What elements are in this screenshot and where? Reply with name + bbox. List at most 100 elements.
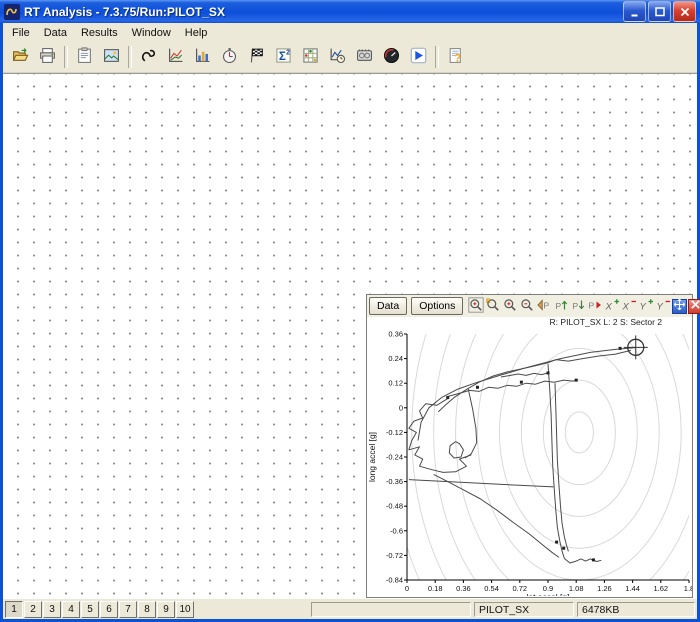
pan-button[interactable] (672, 299, 687, 314)
film-button[interactable] (351, 44, 378, 70)
status-run-name: PILOT_SX (474, 602, 574, 617)
point-down-button[interactable]: P (569, 298, 586, 315)
zoom-region-button[interactable] (467, 298, 484, 315)
flag-button[interactable] (243, 44, 270, 70)
point-down-icon: P (570, 297, 586, 316)
menu-help[interactable]: Help (178, 25, 215, 41)
gg-chart[interactable]: 00.180.360.540.720.91.081.261.441.621.80… (367, 329, 692, 596)
svg-text:0.36: 0.36 (388, 330, 403, 339)
main-toolbar: Σ2? (3, 42, 697, 73)
sheet-tab-8[interactable]: 8 (138, 601, 156, 618)
menu-results[interactable]: Results (74, 25, 125, 41)
sigma-icon: Σ2 (275, 47, 292, 67)
menu-file[interactable]: File (5, 25, 37, 41)
svg-text:0: 0 (399, 403, 403, 412)
flag-icon (248, 47, 265, 67)
title-bar[interactable]: RT Analysis - 7.3.75/Run:PILOT_SX (0, 0, 700, 23)
app-window: RT Analysis - 7.3.75/Run:PILOT_SX File D… (0, 0, 700, 622)
svg-text:-0.6: -0.6 (390, 526, 403, 535)
toolbar-separator (64, 46, 68, 68)
close-button[interactable] (673, 1, 696, 22)
close-button[interactable] (688, 299, 700, 314)
sheet-tab-1[interactable]: 1 (5, 601, 23, 618)
play-icon (410, 47, 427, 67)
zoom-in-icon (502, 297, 518, 316)
prev-point-icon: P (536, 297, 552, 316)
sheet-tab-9[interactable]: 9 (157, 601, 175, 618)
point-up-button[interactable]: P (552, 298, 569, 315)
play-button[interactable] (405, 44, 432, 70)
sheet-tab-7[interactable]: 7 (119, 601, 137, 618)
svg-text:-0.12: -0.12 (386, 428, 403, 437)
toolbar-separator (435, 46, 439, 68)
sheet-tab-10[interactable]: 10 (176, 601, 194, 618)
zoom-out-button[interactable] (518, 298, 535, 315)
bar-chart-button[interactable] (189, 44, 216, 70)
x-plus-icon: X (604, 297, 620, 316)
options-button[interactable]: Options (411, 297, 463, 315)
xy-chart-icon (167, 47, 184, 67)
grid-button[interactable] (297, 44, 324, 70)
svg-text:0: 0 (405, 584, 409, 593)
svg-text:Y: Y (639, 301, 646, 312)
x-minus-icon: X (621, 297, 637, 316)
svg-text:Y: Y (656, 301, 663, 312)
film-icon (356, 47, 373, 67)
chart-toolbar: Data Options RPPPPXXYY (367, 295, 692, 317)
y-minus-icon: Y (655, 297, 671, 316)
status-panel-empty (311, 602, 471, 617)
print-button[interactable] (34, 44, 61, 70)
x-plus-button[interactable]: X (603, 298, 620, 315)
next-point-button[interactable]: P (586, 298, 603, 315)
report-button[interactable] (71, 44, 98, 70)
image-icon (103, 47, 120, 67)
help-button[interactable]: ? (442, 44, 469, 70)
x-minus-button[interactable]: X (620, 298, 637, 315)
point-up-icon: P (553, 297, 569, 316)
sigma-button[interactable]: Σ2 (270, 44, 297, 70)
svg-text:Σ: Σ (279, 50, 286, 63)
gg-plot-window[interactable]: Data Options RPPPPXXYY R: PILOT_SX L: 2 … (366, 294, 693, 598)
open-button[interactable] (7, 44, 34, 70)
chart-clock-button[interactable] (324, 44, 351, 70)
track-button[interactable] (135, 44, 162, 70)
svg-text:-0.36: -0.36 (386, 477, 403, 486)
sheet-tab-6[interactable]: 6 (100, 601, 118, 618)
image-button[interactable] (98, 44, 125, 70)
data-button[interactable]: Data (369, 297, 407, 315)
sheet-tab-3[interactable]: 3 (43, 601, 61, 618)
y-plus-button[interactable]: Y (637, 298, 654, 315)
zoom-reset-button[interactable]: R (484, 298, 501, 315)
prev-point-button[interactable]: P (535, 298, 552, 315)
svg-text:0.36: 0.36 (456, 584, 471, 593)
svg-text:long accel [g]: long accel [g] (367, 432, 377, 482)
chart-clock-icon (329, 47, 346, 67)
svg-text:0.24: 0.24 (388, 354, 403, 363)
stopwatch-button[interactable] (216, 44, 243, 70)
print-icon (39, 47, 56, 67)
svg-text:2: 2 (286, 49, 290, 56)
close-icon (689, 298, 700, 314)
sheet-tabs: 12345678910 (5, 601, 195, 618)
window-title: RT Analysis - 7.3.75/Run:PILOT_SX (24, 5, 621, 19)
svg-text:-0.48: -0.48 (386, 502, 403, 511)
svg-text:1.62: 1.62 (653, 584, 668, 593)
minimize-button[interactable] (623, 1, 646, 22)
xy-chart-button[interactable] (162, 44, 189, 70)
svg-text:0.18: 0.18 (428, 584, 443, 593)
pan-icon (673, 298, 686, 314)
gauge-button[interactable] (378, 44, 405, 70)
sheet-tab-2[interactable]: 2 (24, 601, 42, 618)
maximize-button[interactable] (648, 1, 671, 22)
zoom-in-button[interactable] (501, 298, 518, 315)
toolbar-separator (128, 46, 132, 68)
y-minus-button[interactable]: Y (654, 298, 671, 315)
menu-data[interactable]: Data (37, 25, 74, 41)
sheet-tab-4[interactable]: 4 (62, 601, 80, 618)
grid-icon (302, 47, 319, 67)
bottom-bar: 12345678910 PILOT_SX 6478KB (3, 599, 697, 619)
menu-window[interactable]: Window (125, 25, 178, 41)
sheet-tab-5[interactable]: 5 (81, 601, 99, 618)
svg-text:0.54: 0.54 (484, 584, 499, 593)
chart-window-controls (671, 299, 700, 314)
